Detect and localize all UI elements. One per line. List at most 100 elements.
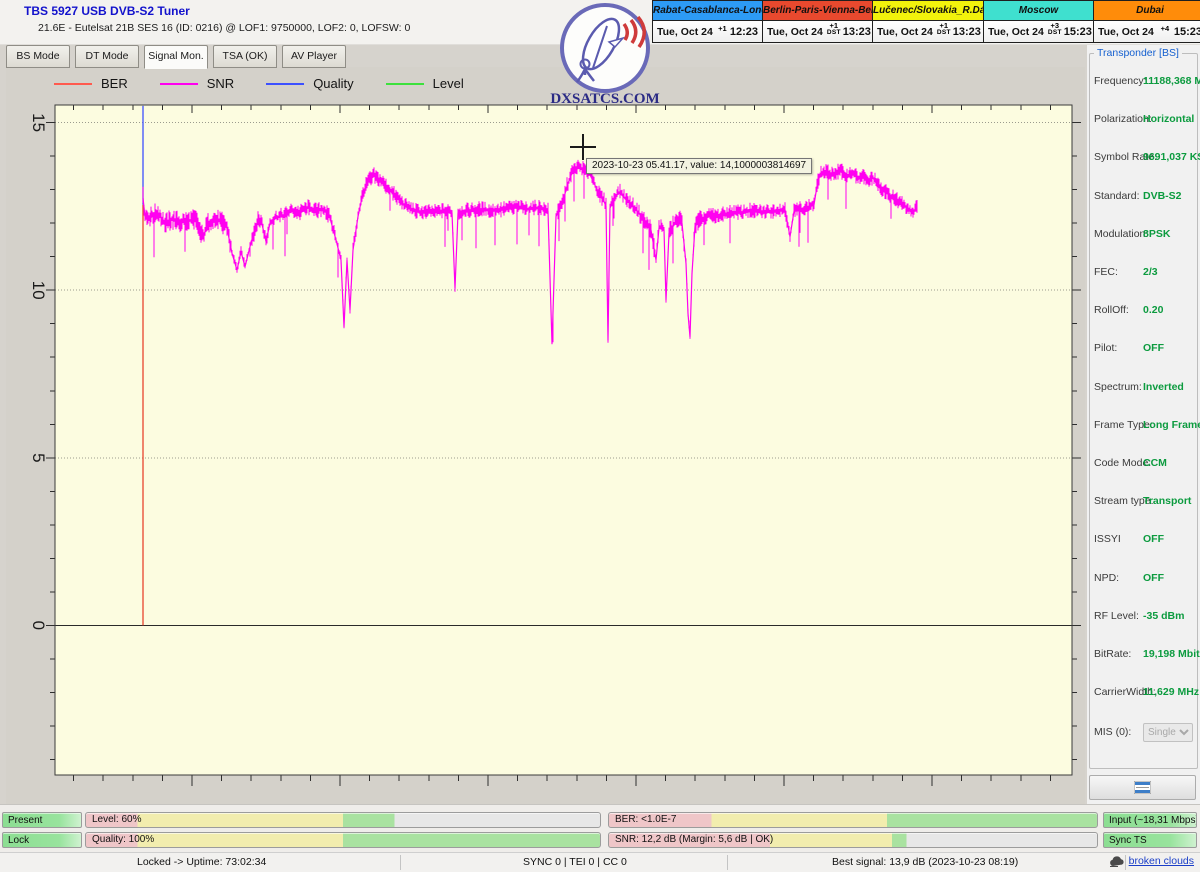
dst-label: DST xyxy=(937,29,951,36)
ber-bar-label: BER: <1.0E-7 xyxy=(615,814,676,825)
clock-date: Tue, Oct 24 xyxy=(988,26,1044,38)
field-value: 9691,037 KS/s xyxy=(1143,151,1200,163)
quality-bar: Quality: 100% xyxy=(85,832,601,848)
tab-bs-mode[interactable]: BS Mode xyxy=(6,45,70,68)
clock-time: 13:23 xyxy=(953,26,981,38)
field-value: OFF xyxy=(1143,342,1164,354)
clock-date: Tue, Oct 24 xyxy=(657,26,713,38)
chart-tooltip: 2023-10-23 05.41.17, value: 14,100000381… xyxy=(586,158,812,174)
clock-city-label: Berlin-Paris-Vienna-Belgrade xyxy=(763,1,872,21)
stream-list-button[interactable] xyxy=(1089,775,1196,800)
field-label: NPD: xyxy=(1094,572,1119,584)
weather-link[interactable]: broken clouds xyxy=(1129,855,1194,867)
sync-counters: SYNC 0 | TEI 0 | CC 0 xyxy=(523,856,627,868)
transponder-panel: Transponder [BS] Frequency:11188,368 MHz… xyxy=(1087,45,1200,804)
field-label: Frequency: xyxy=(1094,75,1147,87)
clock-panel: Berlin-Paris-Vienna-Belgrade Tue, Oct 24… xyxy=(763,0,873,43)
field-value: OFF xyxy=(1143,572,1164,584)
field-value: 8PSK xyxy=(1143,228,1170,240)
best-signal-status: Best signal: 13,9 dB (2023-10-23 08:19) xyxy=(832,856,1018,868)
status-area: Present Level: 60% BER: <1.0E-7 Input (~… xyxy=(0,804,1200,871)
transponder-row: RollOff: 0.20 xyxy=(1087,304,1200,318)
transponder-row: ISSYIOFF xyxy=(1087,533,1200,547)
mis-select[interactable]: Single xyxy=(1143,723,1193,742)
clock-time-row: Tue, Oct 24 +1 DST 13:23 xyxy=(763,21,872,42)
world-clocks: Rabat-Casablanca-London Tue, Oct 24 +1 1… xyxy=(652,0,1200,43)
clock-time: 12:23 xyxy=(730,26,758,38)
svg-text:0: 0 xyxy=(29,621,48,630)
utc-offset: +1 xyxy=(717,25,728,32)
field-label: RF Level: xyxy=(1094,610,1139,622)
field-value: DVB-S2 xyxy=(1143,190,1182,202)
weather-widget[interactable]: broken clouds xyxy=(1109,855,1194,867)
field-value: -35 dBm xyxy=(1143,610,1184,622)
field-label: Standard: xyxy=(1094,190,1140,202)
statusbar: Locked -> Uptime: 73:02:34 SYNC 0 | TEI … xyxy=(0,852,1200,872)
clock-panel: Lučenec/Slovakia_R.Dávid Tue, Oct 24 +1 … xyxy=(873,0,984,43)
field-value: 19,198 Mbit/s xyxy=(1143,648,1200,660)
utc-offset-value: +1 xyxy=(940,22,949,29)
clock-time-row: Tue, Oct 24 +1 DST 13:23 xyxy=(873,21,983,42)
logo-caption: DXSATCS.COM xyxy=(550,91,659,107)
utc-offset-value: +1 xyxy=(830,22,839,29)
field-value: Transport xyxy=(1143,495,1191,507)
utc-offset: +4 xyxy=(1158,25,1172,32)
dst-label: DST xyxy=(827,29,841,36)
svg-text:10: 10 xyxy=(29,281,48,300)
stream-list-icon xyxy=(1134,781,1151,794)
utc-offset-value: +1 xyxy=(718,25,727,32)
tab-tsa-ok-[interactable]: TSA (OK) xyxy=(213,45,277,68)
field-label: Pilot: xyxy=(1094,342,1117,354)
clock-time-row: Tue, Oct 24 +1 12:23 xyxy=(653,21,762,42)
quality-bar-label: Quality: 100% xyxy=(92,834,154,845)
tuner-lnb-subtitle: 21.6E - Eutelsat 21B SES 16 (ID: 0216) @… xyxy=(38,22,410,34)
input-rate-badge: Input (~18,31 Mbps) xyxy=(1103,812,1197,828)
transponder-row: Pilot: OFF xyxy=(1087,342,1200,356)
tab-av-player[interactable]: AV Player xyxy=(282,45,346,68)
transponder-row: Frequency:11188,368 MHz xyxy=(1087,75,1200,89)
transponder-row: Standard:DVB-S2 xyxy=(1087,190,1200,204)
field-value: 2/3 xyxy=(1143,266,1158,278)
clock-city-label: Dubai xyxy=(1094,1,1200,21)
clock-time-row: Tue, Oct 24 +3 DST 15:23 xyxy=(984,21,1093,42)
svg-text:5: 5 xyxy=(29,453,48,462)
clock-date: Tue, Oct 24 xyxy=(877,26,933,38)
field-label: Modulation: xyxy=(1094,228,1148,240)
clock-time-row: Tue, Oct 24 +4 15:23 xyxy=(1094,21,1200,42)
field-value: 11,629 MHz xyxy=(1143,686,1199,698)
transponder-row: Symbol Rate:9691,037 KS/s xyxy=(1087,151,1200,165)
transponder-row: NPD: OFF xyxy=(1087,572,1200,586)
field-value: 0.20 xyxy=(1143,304,1163,316)
clock-time: 13:23 xyxy=(843,26,871,38)
tab-signal-mon-[interactable]: Signal Mon. xyxy=(144,45,208,69)
clock-city-label: Moscow xyxy=(984,1,1093,21)
ber-bar: BER: <1.0E-7 xyxy=(608,812,1098,828)
field-label: Spectrum: xyxy=(1094,381,1142,393)
utc-offset-value: +4 xyxy=(1161,25,1170,32)
transponder-row: FEC:2/3 xyxy=(1087,266,1200,280)
mis-label: MIS (0): xyxy=(1094,726,1131,738)
level-bar: Level: 60% xyxy=(85,812,601,828)
weather-icon xyxy=(1109,856,1125,867)
transponder-row: RF Level: -35 dBm xyxy=(1087,610,1200,624)
field-label: BitRate: xyxy=(1094,648,1131,660)
transponder-panel-title: Transponder [BS] xyxy=(1094,47,1182,59)
field-value: Horizontal xyxy=(1143,113,1194,125)
mis-row: MIS (0): Single xyxy=(1087,726,1200,740)
field-label: ISSYI xyxy=(1094,533,1121,545)
clock-city-label: Lučenec/Slovakia_R.Dávid xyxy=(873,1,983,21)
svg-text:15: 15 xyxy=(29,113,48,132)
lock-badge: Lock xyxy=(2,832,82,848)
sync-ts-badge: Sync TS xyxy=(1103,832,1197,848)
field-value: 11188,368 MHz xyxy=(1143,75,1200,87)
clock-panel: Rabat-Casablanca-London Tue, Oct 24 +1 1… xyxy=(652,0,763,43)
snr-bar-label: SNR: 12,2 dB (Margin: 5,6 dB | OK) xyxy=(615,834,773,845)
transponder-row: Frame Type:Long Frame xyxy=(1087,419,1200,433)
clock-date: Tue, Oct 24 xyxy=(767,26,823,38)
field-label: RollOff: xyxy=(1094,304,1129,316)
tab-dt-mode[interactable]: DT Mode xyxy=(75,45,139,68)
tab-bar: BS ModeDT ModeSignal Mon.TSA (OK)AV Play… xyxy=(6,45,346,69)
snr-chart-plot[interactable]: 0 5 10 15 xyxy=(6,67,1085,804)
present-badge: Present xyxy=(2,812,82,828)
dxsatcs-logo: DXSATCS.COM xyxy=(543,2,667,108)
